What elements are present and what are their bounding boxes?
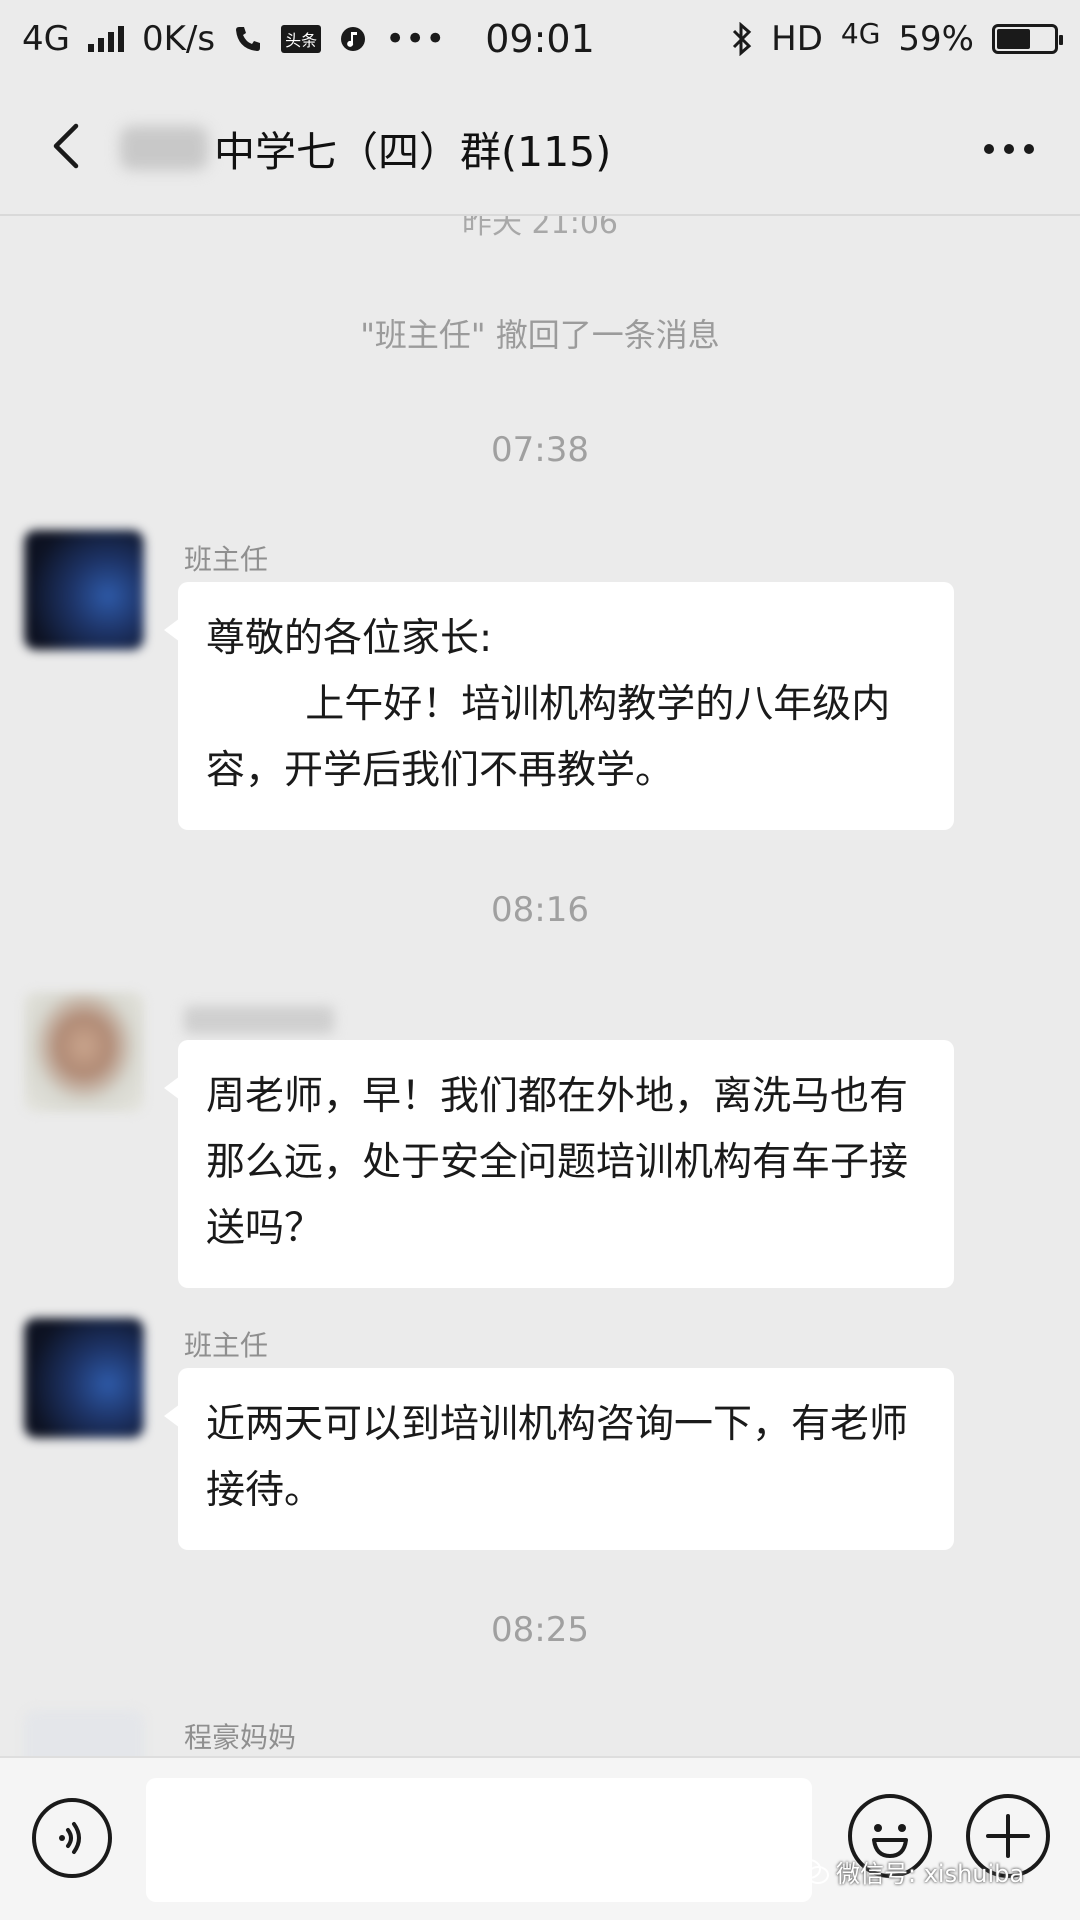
blurred-group-name — [120, 126, 208, 170]
battery-icon — [992, 24, 1063, 54]
voice-icon — [59, 1822, 81, 1854]
hd-label: HD — [771, 19, 823, 59]
timestamp: 08:16 — [491, 890, 589, 930]
back-arrow-icon[interactable] — [44, 120, 92, 172]
network-speed: 0K/s — [141, 19, 216, 59]
signal-icon — [87, 26, 124, 52]
avatar[interactable] — [24, 1710, 144, 1756]
status-left: 4G 0K/s 头条 ••• — [22, 19, 445, 59]
timestamp: 08:25 — [491, 1610, 589, 1650]
timestamp: 07:38 — [491, 430, 589, 470]
avatar[interactable] — [24, 992, 144, 1112]
phone-icon — [236, 27, 261, 51]
news-app-icon: 头条 — [281, 25, 322, 53]
more-notifications-icon: ••• — [385, 19, 446, 59]
input-bar — [0, 1756, 1080, 1920]
music-icon — [341, 27, 366, 51]
battery-percent: 59% — [898, 19, 974, 59]
message-input[interactable] — [146, 1778, 812, 1902]
bluetooth-icon — [733, 22, 752, 56]
system-message: "班主任" 撤回了一条消息 — [360, 316, 720, 354]
timestamp: 昨天 21:06 — [462, 216, 618, 241]
chat-header: 中学七（四）群(115) — [0, 78, 1080, 216]
status-right: HD 4G 59% — [731, 16, 1063, 59]
wechat-icon — [797, 1858, 829, 1884]
sender-name: 程豪妈妈 — [184, 1721, 297, 1754]
message-bubble[interactable]: 周老师，早！我们都在外地，离洗马也有那么远，处于安全问题培训机构有车子接送吗？ — [164, 1040, 954, 1288]
status-bar: 4G 0K/s 头条 ••• 09:01 HD 4G 59% — [0, 0, 1080, 78]
avatar[interactable] — [24, 1318, 144, 1438]
network-right-label: 4G — [840, 16, 881, 50]
message-bubble[interactable]: 近两天可以到培训机构咨询一下，有老师接待。 — [164, 1368, 954, 1550]
watermark: 微信号: xishuiba — [796, 1854, 1024, 1889]
blurred-sender-name — [184, 1006, 334, 1034]
watermark-text: 微信号: xishuiba — [836, 1860, 1025, 1888]
voice-input-button[interactable] — [32, 1798, 112, 1878]
more-options-icon[interactable] — [984, 144, 1034, 154]
page-title: 中学七（四）群(115) — [214, 128, 612, 176]
title-wrap: 中学七（四）群(115) — [120, 118, 611, 178]
chat-area[interactable]: 昨天 21:06 "班主任" 撤回了一条消息 07:38 班主任 尊敬的各位家长… — [0, 216, 1080, 1756]
message-bubble[interactable]: 尊敬的各位家长: 上午好！培训机构教学的八年级内容，开学后我们不再教学。 — [164, 582, 954, 830]
network-label: 4G — [22, 19, 70, 59]
sender-name: 班主任 — [184, 1329, 269, 1362]
avatar[interactable] — [24, 530, 144, 650]
sender-name: 班主任 — [184, 543, 269, 576]
